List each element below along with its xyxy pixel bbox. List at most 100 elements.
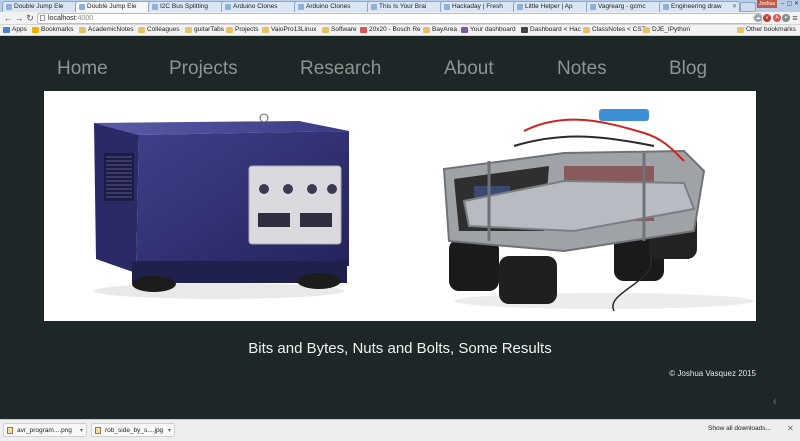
forward-arrow-icon[interactable]: → <box>14 13 24 23</box>
browser-tab[interactable]: Hackaday | Fresh ✕ <box>440 1 521 12</box>
download-filename: avr_program....png <box>17 427 72 434</box>
bookmark-folder[interactable]: VaioPro13Linux <box>262 25 316 35</box>
page-favicon-icon <box>225 4 231 10</box>
folder-icon <box>643 27 650 33</box>
tab-title: Hackaday | Fresh <box>452 3 503 10</box>
bookmark-label: ClassNotes < CS7 <box>592 26 646 33</box>
tab-title: Vagrearg - gcmc <box>598 3 646 10</box>
dashboard-favicon-icon <box>461 27 468 33</box>
close-window-icon[interactable]: ✕ <box>793 0 800 8</box>
nav-link-research[interactable]: Research <box>300 56 381 82</box>
site-nav: Home Projects Research About Notes Blog <box>0 56 800 82</box>
tab-title: Double Jump Ele <box>87 3 137 10</box>
page-content: Home Projects Research About Notes Blog <box>0 36 800 419</box>
nav-link-blog[interactable]: Blog <box>669 56 707 82</box>
bookmark-folder[interactable]: AcademicNotes <box>79 25 134 35</box>
browser-tab[interactable]: Little Helper | Ap ✕ <box>513 1 594 12</box>
page-favicon-icon <box>371 4 377 10</box>
chevron-down-icon[interactable]: ▾ <box>168 424 171 438</box>
image-file-icon <box>95 427 101 434</box>
page-favicon-icon <box>590 4 596 10</box>
folder-icon <box>138 27 145 33</box>
download-filename: rob_side_by_s....jpg <box>105 427 164 434</box>
puzzle-icon[interactable]: ✦ <box>782 14 790 22</box>
browser-tab[interactable]: Arduino Clones ✕ <box>294 1 375 12</box>
bookmark-folder[interactable]: DJE_IPython <box>643 25 690 35</box>
nav-link-home[interactable]: Home <box>57 56 108 82</box>
star-icon <box>32 27 39 33</box>
browser-tab[interactable]: Vagrearg - gcmc ✕ <box>586 1 667 12</box>
back-arrow-icon[interactable]: ← <box>3 13 13 23</box>
tab-title: Little Helper | Ap <box>525 3 573 10</box>
browser-tab-active[interactable]: Double Jump Ele ✕ <box>75 1 156 12</box>
close-icon[interactable]: ✕ <box>787 424 794 433</box>
chrome-menu-icon[interactable]: ≡ <box>790 13 800 23</box>
apps-grid-icon <box>3 27 10 33</box>
show-all-downloads-link[interactable]: Show all downloads... <box>708 425 771 432</box>
image-file-icon <box>7 427 13 434</box>
gamecube-robot <box>94 113 349 299</box>
bookmark-label: Apps <box>12 26 27 33</box>
robots-illustration <box>94 109 754 312</box>
bookmark-label: Dashboard < Hac <box>530 26 581 33</box>
bookmark-folder[interactable]: Projects <box>226 25 258 35</box>
bookmark-label: 20x20 - Bosch Re <box>369 26 421 33</box>
download-item[interactable]: avr_program....png ▾ <box>3 423 87 437</box>
site-tagline: Bits and Bytes, Nuts and Bolts, Some Res… <box>248 340 552 357</box>
folder-icon <box>423 27 430 33</box>
nav-link-notes[interactable]: Notes <box>557 56 607 82</box>
bookmark-label: Other bookmarks <box>746 26 796 33</box>
browser-tab[interactable]: Double Jump Ele ✕ <box>2 1 83 12</box>
bookmark-folder[interactable]: guitarTabs <box>185 25 224 35</box>
hackaday-favicon-icon <box>521 27 528 33</box>
url-port: :4000 <box>75 15 94 22</box>
tab-title: This Is Your Brai <box>379 3 427 10</box>
bookmarks-bar: Apps Bookmarks AcademicNotes Colleagues … <box>0 25 800 36</box>
download-item[interactable]: rob_side_by_s....jpg ▾ <box>91 423 175 437</box>
bookmark-folder[interactable]: Colleagues <box>138 25 180 35</box>
minimize-icon[interactable]: – <box>779 0 786 8</box>
bookmark-label: AcademicNotes <box>88 26 134 33</box>
bookmark-folder[interactable]: ClassNotes < CS7 <box>583 25 645 35</box>
profile-button[interactable]: Joshua <box>757 0 777 8</box>
new-tab-button[interactable] <box>740 2 756 12</box>
folder-icon <box>79 27 86 33</box>
cloud-icon[interactable]: ☁ <box>754 14 762 22</box>
bookmark-bookmarks[interactable]: Bookmarks <box>32 25 74 35</box>
bosch-favicon-icon <box>360 27 367 33</box>
browser-toolbar: ← → ↻ localhost:4000 ☆ ☁ V A ✦ ≡ <box>0 12 800 25</box>
address-bar[interactable]: localhost:4000 ☆ <box>37 13 762 24</box>
previous-arrow-icon[interactable]: ‹ <box>773 394 777 408</box>
downloads-shelf: avr_program....png ▾ rob_side_by_s....jp… <box>0 419 800 441</box>
tab-strip: Double Jump Ele ✕ Double Jump Ele ✕ I2C … <box>0 0 800 12</box>
browser-tab[interactable]: I2C Bus Splitting ✕ <box>148 1 229 12</box>
url-host: localhost <box>48 15 76 22</box>
close-tab-icon[interactable]: ✕ <box>732 2 737 12</box>
tab-title: Double Jump Ele <box>14 3 64 10</box>
maximize-icon[interactable]: ▢ <box>786 0 793 8</box>
bookmark-link[interactable]: 20x20 - Bosch Re <box>360 25 421 35</box>
bookmark-apps[interactable]: Apps <box>3 25 27 35</box>
browser-tab[interactable]: This Is Your Brai ✕ <box>367 1 448 12</box>
adblock-icon[interactable]: A <box>773 14 781 22</box>
bookmark-label: Software <box>331 26 357 33</box>
vimium-icon[interactable]: V <box>763 14 771 22</box>
browser-tab[interactable]: Engineering draw ✕ <box>659 1 740 12</box>
tab-title: Engineering draw <box>671 3 722 10</box>
bookmark-link[interactable]: Your dashboard <box>461 25 516 35</box>
bookmark-other[interactable]: Other bookmarks <box>737 25 796 35</box>
nav-link-projects[interactable]: Projects <box>169 56 238 82</box>
bookmark-label: Your dashboard <box>470 26 516 33</box>
bookmark-link[interactable]: Dashboard < Hac <box>521 25 581 35</box>
bookmark-folder[interactable]: Software <box>322 25 357 35</box>
tab-title: I2C Bus Splitting <box>160 3 209 10</box>
page-favicon-icon <box>298 4 304 10</box>
folder-icon <box>185 27 192 33</box>
browser-tab[interactable]: Arduino Clones ✕ <box>221 1 302 12</box>
aluminium-rover-robot <box>442 109 754 312</box>
folder-icon <box>737 27 744 33</box>
chevron-down-icon[interactable]: ▾ <box>80 424 83 438</box>
nav-link-about[interactable]: About <box>444 56 494 82</box>
bookmark-folder[interactable]: BayArea <box>423 25 457 35</box>
reload-icon[interactable]: ↻ <box>25 13 35 23</box>
